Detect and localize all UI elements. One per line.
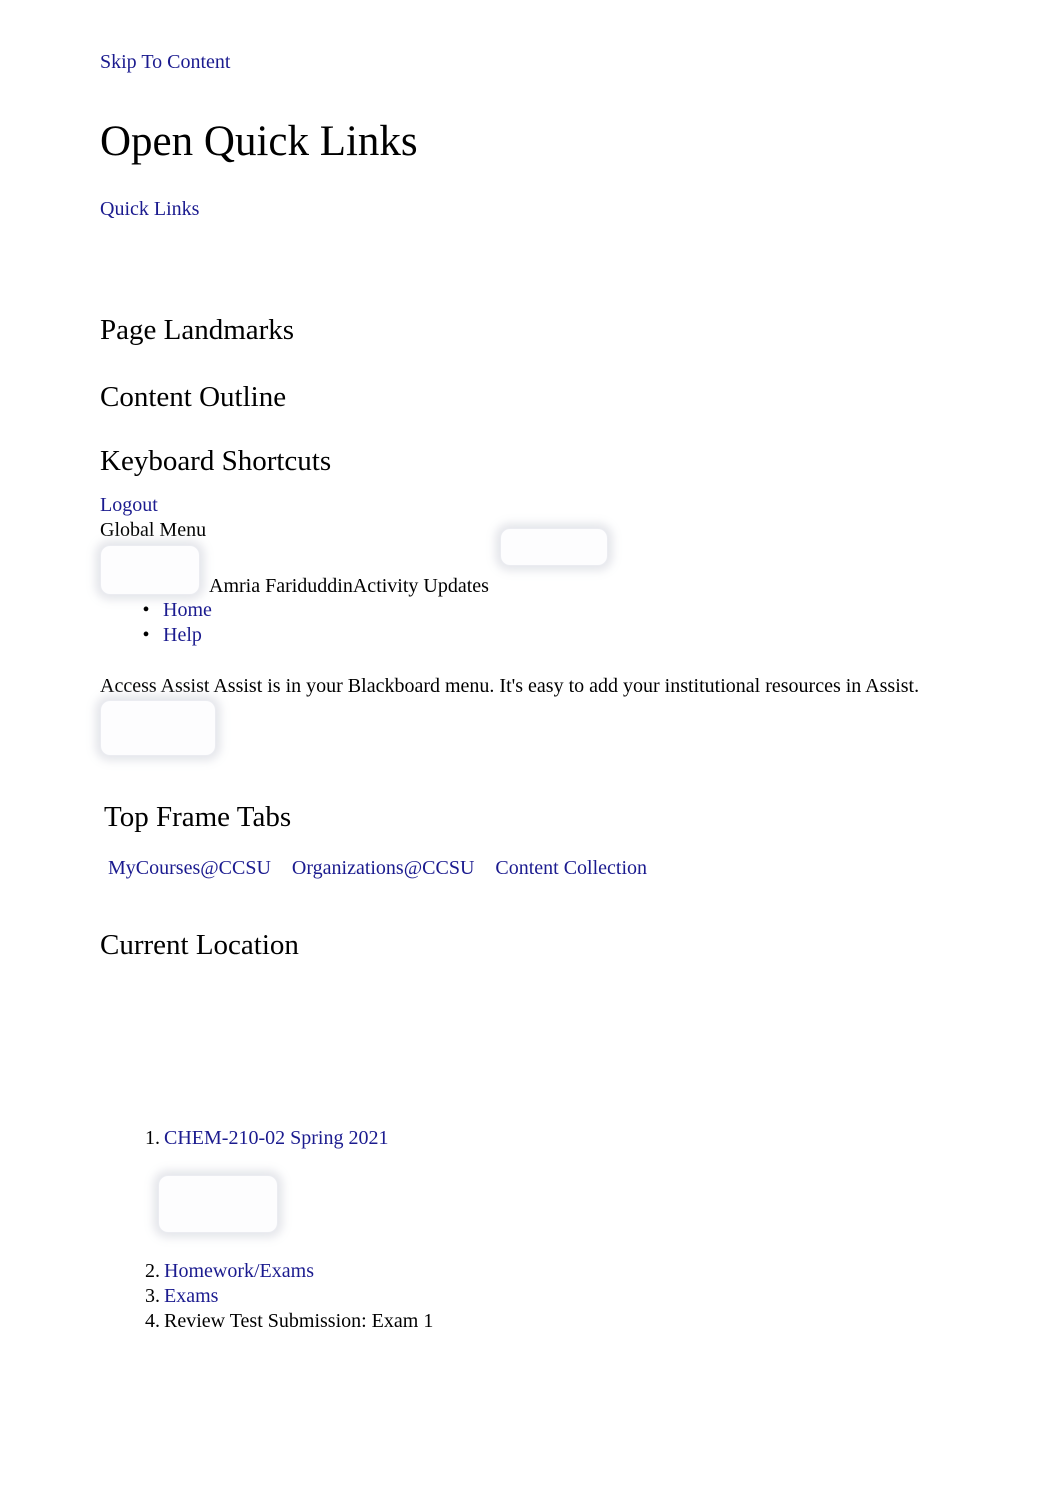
section-heading-content-outline: Content Outline xyxy=(100,381,287,413)
breadcrumb-number: 2. xyxy=(145,1260,160,1282)
assist-placeholder-image xyxy=(100,700,216,756)
assist-description-text: Access Assist Assist is in your Blackboa… xyxy=(100,675,920,697)
skip-to-content-link[interactable]: Skip To Content xyxy=(100,50,230,74)
breadcrumb-current-page: Review Test Submission: Exam 1 xyxy=(164,1310,434,1332)
global-menu-label: Global Menu xyxy=(100,519,207,541)
breadcrumb-number: 4. xyxy=(145,1310,160,1332)
breadcrumb-item: 2. Homework/Exams xyxy=(100,1259,433,1284)
avatar-placeholder-image xyxy=(100,545,200,595)
global-menu-item-home[interactable]: Home xyxy=(163,599,212,621)
breadcrumb-number: 3. xyxy=(145,1285,160,1307)
breadcrumb-item: 3. Exams xyxy=(100,1284,433,1309)
bullet-icon: • xyxy=(142,624,150,646)
bullet-icon: • xyxy=(142,599,150,621)
list-item: • Home xyxy=(140,598,212,623)
page-title: Open Quick Links xyxy=(100,118,418,165)
page-root: Skip To Content Open Quick Links Quick L… xyxy=(0,0,1062,1506)
tab-organizations-ccsu[interactable]: Organizations@CCSU xyxy=(292,857,475,879)
tab-content-collection[interactable]: Content Collection xyxy=(495,857,647,879)
quick-links-link[interactable]: Quick Links xyxy=(100,197,199,221)
logout-link[interactable]: Logout xyxy=(100,493,158,517)
top-frame-tabs-nav: MyCourses@CCSU Organizations@CCSU Conten… xyxy=(108,856,647,881)
breadcrumb-link-course[interactable]: CHEM-210-02 Spring 2021 xyxy=(164,1127,388,1149)
tab-mycourses-ccsu[interactable]: MyCourses@CCSU xyxy=(108,857,271,879)
list-item: • Help xyxy=(140,623,212,648)
breadcrumb-link-exams[interactable]: Exams xyxy=(164,1285,218,1307)
user-activity-updates-label: Amria FariduddinActivity Updates xyxy=(209,575,489,597)
breadcrumb-link-homework-exams[interactable]: Homework/Exams xyxy=(164,1260,314,1282)
breadcrumb-number: 1. xyxy=(145,1127,160,1149)
breadcrumb-placeholder-image xyxy=(158,1175,278,1233)
section-heading-keyboard-shortcuts: Keyboard Shortcuts xyxy=(100,445,332,477)
section-heading-page-landmarks: Page Landmarks xyxy=(100,314,295,346)
global-menu-list: • Home • Help xyxy=(100,598,212,648)
activity-updates-placeholder-image xyxy=(500,528,608,566)
global-menu-item-help[interactable]: Help xyxy=(163,624,202,646)
section-heading-current-location: Current Location xyxy=(100,929,299,961)
section-heading-top-frame-tabs: Top Frame Tabs xyxy=(104,801,292,833)
breadcrumb-item: 4. Review Test Submission: Exam 1 xyxy=(100,1309,433,1334)
breadcrumb-item: 1. CHEM-210-02 Spring 2021 xyxy=(100,1126,433,1151)
